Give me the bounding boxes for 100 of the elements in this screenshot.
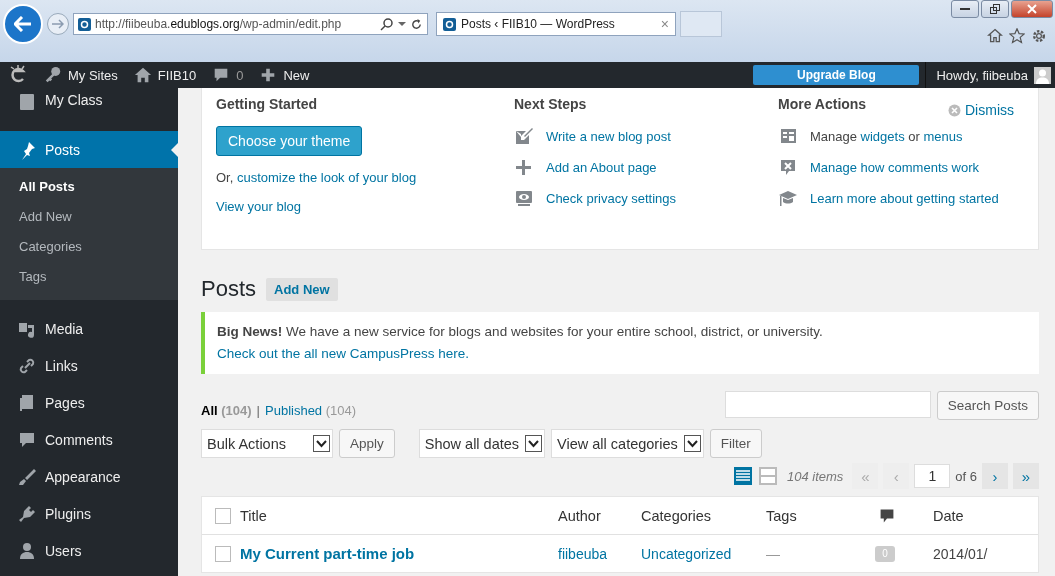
link[interactable]: widgets <box>860 128 905 144</box>
link[interactable]: customize the look of your blog <box>236 170 417 185</box>
key-icon <box>44 66 62 84</box>
separator-text: | <box>256 403 260 418</box>
list-view-icon[interactable] <box>732 466 753 486</box>
column-header[interactable]: Tags <box>766 507 869 524</box>
address-bar[interactable]: http://fiibeuba.edublogs.org/wp-admin/edit.php <box>73 13 428 35</box>
link[interactable]: Manage how comments work <box>810 159 980 175</box>
submenu-item[interactable]: Add New <box>0 202 178 232</box>
filter-button[interactable]: Filter <box>709 429 762 458</box>
plus-icon <box>514 157 534 177</box>
submenu-item[interactable]: All Posts <box>0 172 178 202</box>
link[interactable]: Add an About page <box>546 159 657 175</box>
eye-icon <box>514 188 534 208</box>
brush-icon <box>17 466 37 487</box>
minimize-icon <box>960 7 970 11</box>
comments-menu[interactable]: 0 <box>204 66 252 84</box>
cap-icon <box>778 188 798 208</box>
link[interactable]: Write a new blog post <box>546 128 671 144</box>
item-count: 104 items <box>786 468 844 484</box>
column-heading: Next Steps <box>514 96 587 112</box>
sidebar-item[interactable]: Users <box>0 532 178 569</box>
sidebar-item[interactable]: Posts <box>0 131 178 168</box>
sidebar-item[interactable]: Comments <box>0 421 178 458</box>
search-icon[interactable] <box>380 17 394 31</box>
dates-dropdown[interactable]: Show all dates <box>418 429 546 458</box>
sidebar-item[interactable]: My Class <box>0 88 178 124</box>
back-button[interactable] <box>3 4 43 44</box>
welcome-text: Manage <box>810 128 858 144</box>
widgets-icon <box>778 126 798 146</box>
column-header[interactable]: Author <box>558 507 641 524</box>
search-button[interactable]: Search Posts <box>936 391 1039 420</box>
link[interactable]: View your blog <box>216 199 302 214</box>
arrow-icon <box>14 16 32 32</box>
site-icon <box>78 17 91 31</box>
refresh-icon[interactable] <box>410 17 423 31</box>
sidebar-item[interactable]: Appearance <box>0 458 178 495</box>
close-button[interactable] <box>1011 0 1053 18</box>
next-page-button[interactable]: › <box>982 463 1008 489</box>
restore-button[interactable] <box>981 0 1009 18</box>
checkbox[interactable] <box>215 545 231 562</box>
page-total: of 6 <box>955 468 977 484</box>
page-title: Posts <box>201 276 257 302</box>
add-new-button[interactable]: Add New <box>266 277 338 301</box>
arrow-icon <box>52 19 64 29</box>
upgrade-button[interactable]: Upgrade Blog <box>753 65 920 85</box>
search-field[interactable] <box>724 391 931 418</box>
column-header[interactable]: Categories <box>641 507 766 524</box>
settings-icon[interactable] <box>1031 28 1047 44</box>
notice-text: Big News! We have a new service for blogs and websites for your entire school, district, or university. Check out the all new CampusPress here. <box>201 312 1039 374</box>
admin-bar-item[interactable]: New <box>251 66 318 84</box>
bulk-actions-dropdown[interactable]: Bulk Actions <box>201 429 333 458</box>
link[interactable]: Learn more about getting started <box>810 190 999 206</box>
category-link[interactable]: Uncategorized <box>641 545 766 562</box>
welcome-text: or <box>907 128 921 144</box>
minimize-button[interactable] <box>951 0 979 18</box>
notice-link[interactable]: Check out the all new CampusPress here. <box>217 346 470 361</box>
book-icon <box>17 92 37 112</box>
home-icon <box>133 66 152 84</box>
url-text: http://fiibeuba.edublogs.org/wp-admin/edit.php <box>95 17 343 31</box>
apply-button[interactable]: Apply <box>339 429 395 458</box>
home-icon[interactable] <box>987 28 1003 44</box>
link[interactable]: Check privacy settings <box>546 190 677 206</box>
browser-tab[interactable]: Posts ‹ FIIB10 — WordPress × <box>436 12 676 36</box>
close-icon <box>1027 4 1037 14</box>
author-link[interactable]: fiibeuba <box>558 545 641 562</box>
column-header[interactable]: Date <box>933 507 1038 524</box>
sidebar-item[interactable]: Links <box>0 347 178 384</box>
welcome-text: Or, <box>216 170 235 185</box>
avatar-icon <box>1034 66 1051 84</box>
column-header[interactable]: Title <box>240 507 558 524</box>
admin-bar-item[interactable]: My Sites <box>36 66 126 84</box>
post-title-link[interactable]: My Current part-time job <box>240 545 558 562</box>
column-heading: More Actions <box>778 96 867 112</box>
sidebar-item[interactable]: Plugins <box>0 495 178 532</box>
view-filter-link[interactable]: Published (104) <box>265 403 357 418</box>
admin-bar-item[interactable]: FIIB10 <box>125 66 205 84</box>
edit-icon <box>514 126 534 146</box>
sidebar-item[interactable]: Media <box>0 310 178 347</box>
link[interactable]: menus <box>923 128 963 144</box>
star-icon[interactable] <box>1009 28 1025 44</box>
comment-icon <box>879 507 895 524</box>
table-cell-text: 2014/01/ <box>933 545 989 562</box>
categories-dropdown[interactable]: View all categories <box>551 429 704 458</box>
close-tab-button[interactable]: × <box>660 16 669 32</box>
checkbox[interactable] <box>215 507 231 524</box>
dropdown-arrow-icon[interactable] <box>398 21 406 27</box>
submenu-item[interactable]: Categories <box>0 232 178 262</box>
column-heading: Getting Started <box>216 96 318 112</box>
site-icon <box>443 17 456 31</box>
sidebar-item[interactable]: Pages <box>0 384 178 421</box>
user-icon <box>17 540 37 561</box>
table-cell-text: — <box>766 545 781 562</box>
comment-icon <box>778 157 798 177</box>
dismiss-link[interactable]: Dismiss <box>965 102 1014 118</box>
view-filter-link[interactable]: All (104) <box>201 403 252 418</box>
page-field[interactable]: 1 <box>914 464 951 488</box>
restore-icon <box>990 4 1000 14</box>
last-page-button[interactable]: » <box>1013 463 1039 489</box>
submenu-item[interactable]: Tags <box>0 262 178 292</box>
